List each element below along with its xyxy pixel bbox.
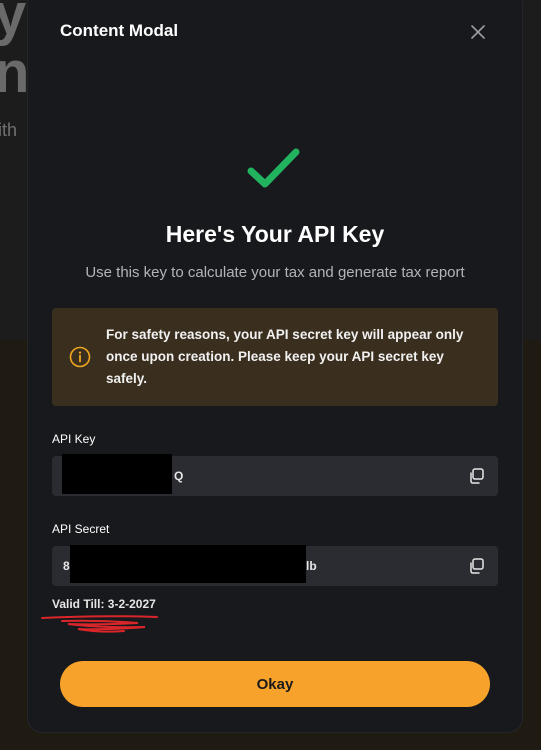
warning-banner: For safety reasons, your API secret key … (52, 308, 498, 406)
background-text-fragment: n (0, 40, 30, 105)
redaction-block (62, 454, 172, 494)
check-icon (247, 148, 300, 188)
redaction-block (70, 545, 306, 583)
copy-icon (470, 468, 484, 484)
background-text-fragment: y (0, 0, 27, 47)
api-secret-value-prefix: 8 (63, 559, 70, 573)
modal-title: Content Modal (60, 21, 179, 40)
warning-text: For safety reasons, your API secret key … (106, 327, 464, 386)
copy-icon (470, 558, 484, 574)
info-icon (69, 346, 91, 368)
close-icon (471, 25, 485, 39)
okay-button[interactable]: Okay (60, 661, 490, 707)
api-secret-value-suffix: lb (306, 559, 317, 573)
success-heading: Here's Your API Key (165, 221, 385, 247)
valid-till-text: Valid Till: 3-2-2027 (52, 597, 156, 611)
api-secret-label: API Secret (52, 522, 110, 536)
success-subheading: Use this key to calculate your tax and g… (85, 264, 465, 281)
background-text-fragment: ith (0, 120, 18, 140)
api-secret-field[interactable]: 8 lb (52, 545, 498, 586)
api-key-value-suffix: Q (174, 469, 184, 483)
red-scribble-annotation (41, 615, 158, 633)
api-key-modal: Content Modal Here's Your API Key Use th… (28, 0, 522, 732)
api-key-field[interactable]: Q (52, 454, 498, 496)
copy-api-secret-button[interactable] (466, 556, 486, 576)
close-button[interactable] (466, 20, 490, 44)
api-key-label: API Key (52, 432, 96, 446)
copy-api-key-button[interactable] (466, 466, 486, 486)
